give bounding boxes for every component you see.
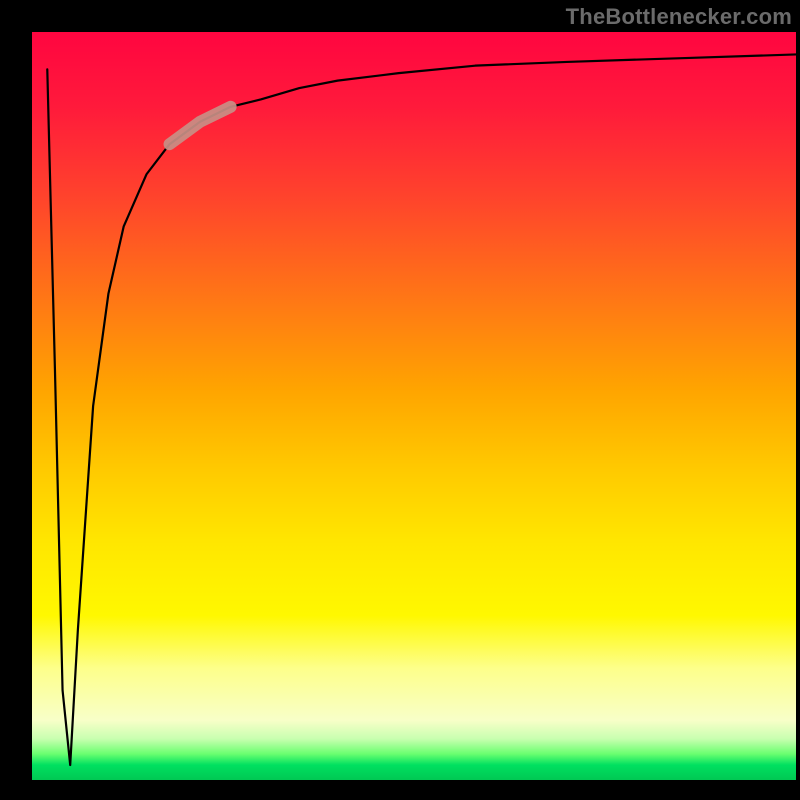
- watermark-text: TheBottlenecker.com: [566, 4, 792, 30]
- plot-gradient-area: [32, 32, 796, 780]
- chart-frame: TheBottlenecker.com: [0, 0, 800, 800]
